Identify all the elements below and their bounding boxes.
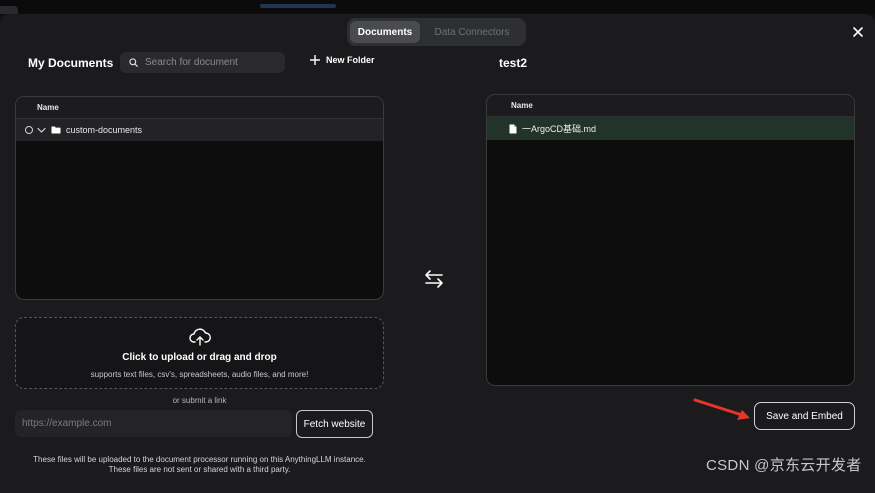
- upload-main-text: Click to upload or drag and drop: [122, 352, 277, 363]
- my-documents-title: My Documents: [28, 56, 114, 70]
- folder-name: custom-documents: [66, 125, 143, 135]
- upload-sub-text: supports text files, csv's, spreadsheets…: [90, 370, 309, 379]
- file-icon: [509, 124, 517, 133]
- background-element: [0, 6, 18, 14]
- fetch-website-button[interactable]: Fetch website: [296, 410, 373, 438]
- my-documents-panel: Name custom-documents: [15, 96, 384, 300]
- watermark-text: CSDN @京东云开发者: [706, 457, 862, 474]
- close-icon[interactable]: [851, 25, 865, 39]
- new-folder-button[interactable]: New Folder: [310, 55, 375, 65]
- tab-switcher: Documents Data Connectors: [347, 18, 526, 46]
- or-submit-link-label: or submit a link: [172, 396, 227, 405]
- folder-checkbox[interactable]: [25, 126, 33, 134]
- folder-icon: [51, 126, 61, 134]
- column-header-name: Name: [16, 97, 383, 119]
- upload-disclaimer: These files will be uploaded to the docu…: [0, 455, 399, 475]
- save-and-embed-button[interactable]: Save and Embed: [754, 402, 855, 430]
- disclaimer-line-1: These files will be uploaded to the docu…: [33, 455, 366, 464]
- search-icon: [129, 58, 138, 67]
- workspace-file-row[interactable]: 一ArgoCD基础.md: [487, 117, 854, 140]
- search-box[interactable]: [120, 52, 285, 73]
- annotation-arrow: [693, 398, 750, 420]
- disclaimer-line-2: These files are not sent or shared with …: [108, 465, 291, 474]
- tab-data-connectors[interactable]: Data Connectors: [422, 21, 522, 43]
- document-manager-modal: Documents Data Connectors My Documents N…: [0, 14, 875, 493]
- tab-documents[interactable]: Documents: [350, 21, 420, 43]
- new-folder-label: New Folder: [326, 55, 375, 65]
- file-name: 一ArgoCD基础.md: [522, 124, 597, 134]
- chevron-down-icon[interactable]: [37, 127, 46, 134]
- background-window-strip: [0, 0, 875, 14]
- folder-row[interactable]: custom-documents: [16, 119, 383, 141]
- upload-dropzone[interactable]: Click to upload or drag and drop support…: [15, 317, 384, 389]
- background-element: [260, 4, 336, 8]
- workspace-documents-panel: Name 一ArgoCD基础.md: [486, 94, 855, 386]
- plus-icon: [310, 55, 320, 65]
- swap-arrows-icon[interactable]: [423, 269, 445, 289]
- url-input[interactable]: [15, 410, 292, 437]
- column-header-name: Name: [487, 95, 854, 117]
- search-input[interactable]: [145, 57, 275, 68]
- cloud-upload-icon: [189, 328, 211, 346]
- workspace-title: test2: [499, 56, 528, 70]
